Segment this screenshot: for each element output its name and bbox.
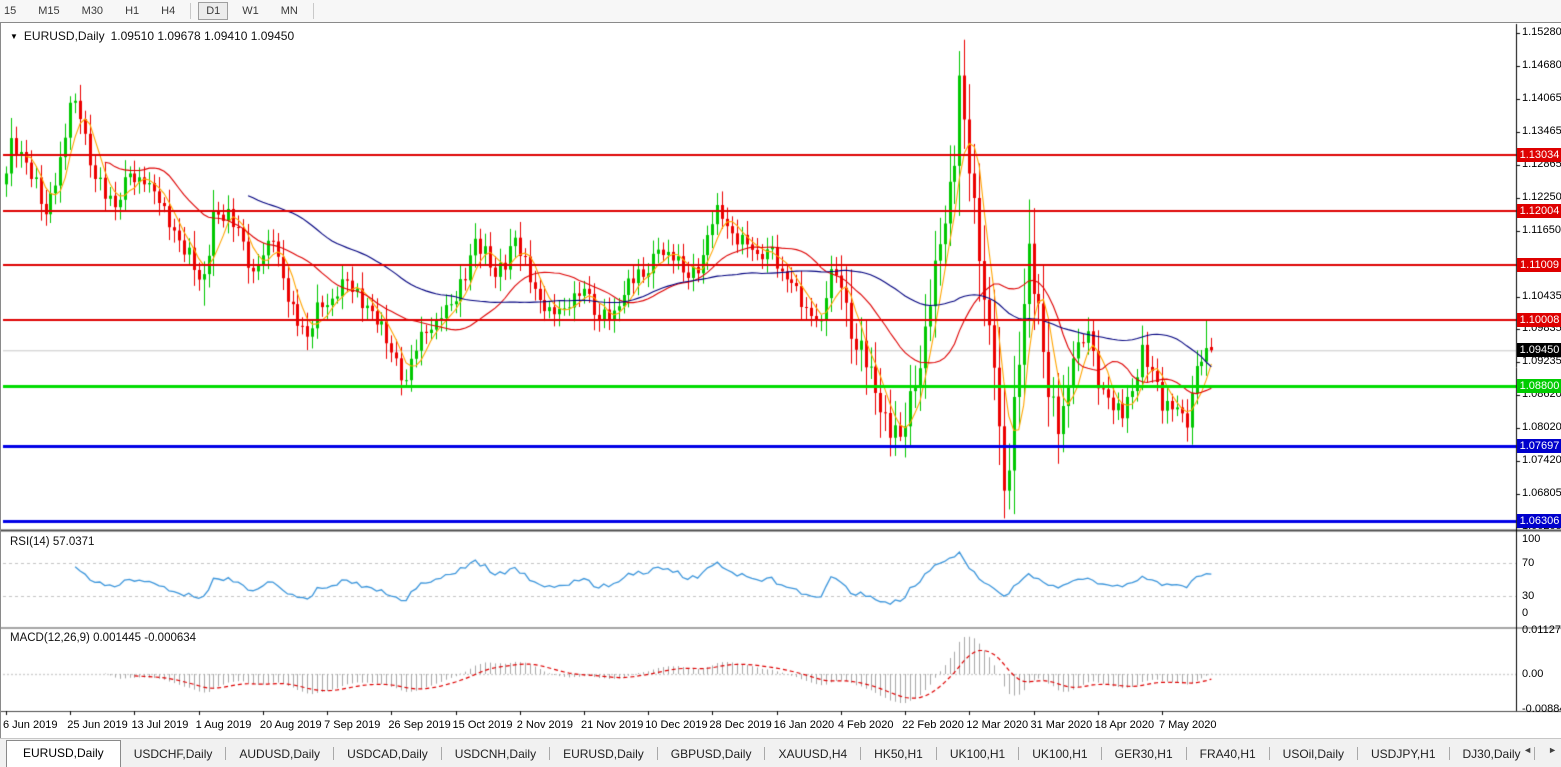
date-axis-label: 10 Dec 2019 — [645, 719, 707, 731]
date-axis-label: 2 Nov 2019 — [517, 719, 573, 731]
tab-usdjpy-h1[interactable]: USDJPY,H1 — [1358, 742, 1448, 767]
price-axis-label: 1.06805 — [1522, 487, 1561, 499]
date-axis-label: 7 May 2020 — [1159, 719, 1216, 731]
timeframe-button-h1[interactable]: H1 — [117, 2, 147, 20]
timeframe-button-h4[interactable]: H4 — [153, 2, 183, 20]
tab-gbpusd-daily[interactable]: GBPUSD,Daily — [658, 742, 765, 767]
date-axis-label: 1 Aug 2019 — [196, 719, 252, 731]
price-level-badge: 1.10008 — [1517, 313, 1561, 327]
timeframe-button-m15[interactable]: M15 — [30, 2, 67, 20]
price-level-badge: 1.11009 — [1517, 258, 1561, 272]
rsi-scale-label: 0 — [1522, 607, 1528, 619]
tab-scroll-right-icon[interactable]: ► — [1548, 745, 1557, 755]
price-level-badge: 1.09450 — [1517, 343, 1561, 357]
toolbar-separator — [190, 3, 191, 19]
date-axis-label: 25 Jun 2019 — [67, 719, 128, 731]
price-axis-label: 1.08020 — [1522, 421, 1561, 433]
chevron-down-icon[interactable]: ▼ — [10, 32, 18, 41]
price-axis-label: 1.13465 — [1522, 125, 1561, 137]
timeframe-button-mn[interactable]: MN — [273, 2, 306, 20]
rsi-scale-label: 70 — [1522, 557, 1534, 569]
rsi-scale-label: 100 — [1522, 533, 1540, 545]
macd-scale-label: -0.008845 — [1522, 703, 1561, 715]
price-axis-label: 1.07420 — [1522, 454, 1561, 466]
date-axis-label: 26 Sep 2019 — [388, 719, 450, 731]
date-axis-label: 22 Feb 2020 — [902, 719, 964, 731]
macd-indicator-label: MACD(12,26,9) 0.001445 -0.000634 — [10, 632, 196, 644]
tab-scroll-controls: ◄ ► — [1523, 745, 1557, 755]
chart-ohlc-values: 1.09510 1.09678 1.09410 1.09450 — [111, 29, 295, 43]
chart-canvas[interactable] — [1, 23, 1561, 738]
tab-eurusd-daily-active[interactable]: EURUSD,Daily — [6, 740, 121, 767]
price-axis-label: 1.11650 — [1522, 224, 1561, 236]
tab-uk100-h1-2[interactable]: UK100,H1 — [1019, 742, 1100, 767]
tab-uk100-h1[interactable]: UK100,H1 — [937, 742, 1018, 767]
timeframe-button-m30[interactable]: M30 — [74, 2, 111, 20]
date-axis-label: 4 Feb 2020 — [838, 719, 894, 731]
tab-fra40-h1[interactable]: FRA40,H1 — [1187, 742, 1269, 767]
date-axis-label: 6 Jun 2019 — [3, 719, 57, 731]
chart-symbol-label: EURUSD,Daily — [24, 29, 105, 43]
date-axis-label: 21 Nov 2019 — [581, 719, 643, 731]
timeframe-button-d1[interactable]: D1 — [198, 2, 228, 20]
price-axis-label: 1.10435 — [1522, 290, 1561, 302]
date-axis-label: 20 Aug 2019 — [260, 719, 322, 731]
tab-usdcnh-daily[interactable]: USDCNH,Daily — [442, 742, 549, 767]
date-axis-label: 18 Apr 2020 — [1095, 719, 1154, 731]
timeframe-toolbar: 15 M15 M30 H1 H4 D1 W1 MN — [0, 0, 1561, 23]
macd-scale-label: 0.00 — [1522, 668, 1543, 680]
tab-ger30-h1[interactable]: GER30,H1 — [1102, 742, 1186, 767]
date-axis-label: 31 Mar 2020 — [1031, 719, 1093, 731]
rsi-indicator-label: RSI(14) 57.0371 — [10, 536, 94, 548]
tab-eurusd-daily-2[interactable]: EURUSD,Daily — [550, 742, 657, 767]
price-level-badge: 1.06306 — [1517, 514, 1561, 528]
price-level-badge: 1.08800 — [1517, 379, 1561, 393]
trading-platform-window: 15 M15 M30 H1 H4 D1 W1 MN ▼ EURUSD,Daily… — [0, 0, 1561, 767]
date-axis-label: 16 Jan 2020 — [774, 719, 835, 731]
date-axis-label: 12 Mar 2020 — [966, 719, 1028, 731]
tab-scroll-left-icon[interactable]: ◄ — [1523, 745, 1532, 755]
tab-dj30-daily[interactable]: DJ30,Daily — [1450, 742, 1534, 767]
price-level-badge: 1.13034 — [1517, 148, 1561, 162]
tab-hk50-h1[interactable]: HK50,H1 — [861, 742, 936, 767]
date-axis-label: 15 Oct 2019 — [453, 719, 513, 731]
timeframe-button-w1[interactable]: W1 — [234, 2, 267, 20]
tab-usdchf-daily[interactable]: USDCHF,Daily — [121, 742, 226, 767]
toolbar-separator — [313, 3, 314, 19]
date-axis-label: 13 Jul 2019 — [131, 719, 188, 731]
price-level-badge: 1.12004 — [1517, 204, 1561, 218]
tab-audusd-daily[interactable]: AUDUSD,Daily — [226, 742, 333, 767]
tab-xauusd-h4[interactable]: XAUUSD,H4 — [765, 742, 860, 767]
chart-window: ▼ EURUSD,Daily 1.09510 1.09678 1.09410 1… — [0, 23, 1561, 738]
price-axis-label: 1.15280 — [1522, 26, 1561, 38]
tab-usoil-daily[interactable]: USOil,Daily — [1270, 742, 1357, 767]
price-level-badge: 1.07697 — [1517, 439, 1561, 453]
chart-tab-bar: EURUSD,Daily USDCHF,Daily AUDUSD,Daily U… — [0, 738, 1561, 767]
price-axis-label: 1.14680 — [1522, 59, 1561, 71]
timeframe-button-15[interactable]: 15 — [0, 2, 24, 20]
date-axis-label: 7 Sep 2019 — [324, 719, 380, 731]
chart-title: ▼ EURUSD,Daily 1.09510 1.09678 1.09410 1… — [10, 29, 294, 43]
price-axis-label: 1.12250 — [1522, 191, 1561, 203]
rsi-scale-label: 30 — [1522, 590, 1534, 602]
price-axis-label: 1.14065 — [1522, 92, 1561, 104]
tab-usdcad-daily[interactable]: USDCAD,Daily — [334, 742, 441, 767]
date-axis-label: 28 Dec 2019 — [709, 719, 771, 731]
macd-scale-label: 0.011277 — [1522, 624, 1561, 636]
